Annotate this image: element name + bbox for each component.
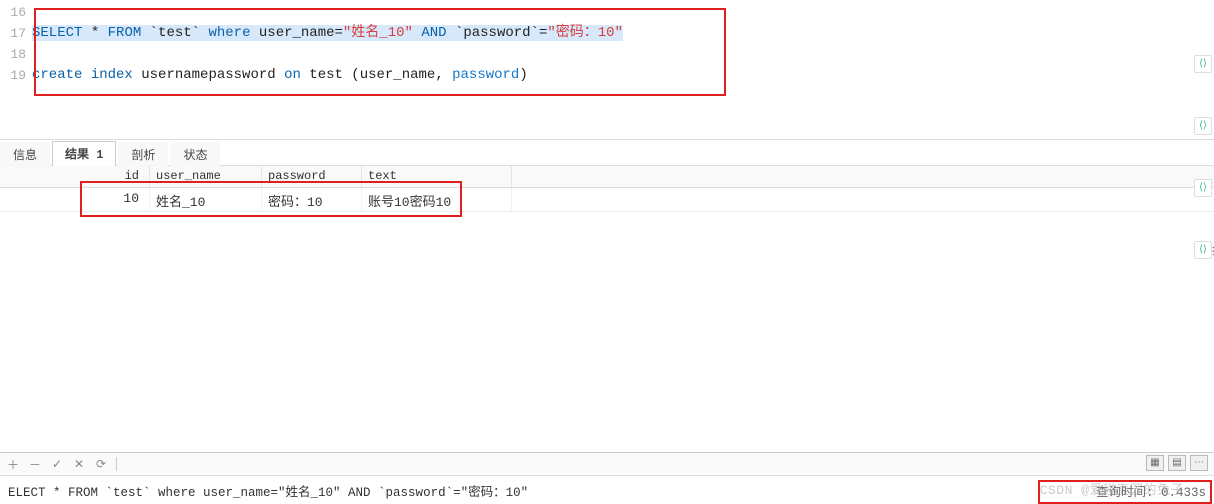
tab-剖析[interactable]: 剖析: [118, 142, 168, 166]
line-number: 19: [0, 65, 26, 86]
code-line[interactable]: create index usernamepassword on test (u…: [32, 65, 1214, 86]
toolbar-divider: [116, 457, 117, 471]
ext-icon[interactable]: ⟨⟩: [1194, 117, 1212, 135]
col-header-id[interactable]: id: [0, 166, 150, 187]
tab-信息[interactable]: 信息: [0, 142, 50, 166]
col-header-text[interactable]: text: [362, 166, 512, 187]
tab-状态[interactable]: 状态: [170, 142, 220, 166]
code-line[interactable]: [32, 2, 1214, 23]
result-tabs: 信息结果 1剖析状态: [0, 140, 1214, 166]
col-header-password[interactable]: password: [262, 166, 362, 187]
grid-view-icon[interactable]: ▦: [1146, 455, 1164, 471]
code-area[interactable]: SELECT * FROM `test` where user_name="姓名…: [32, 2, 1214, 86]
line-gutter: 16171819: [0, 2, 32, 86]
tab-结果 1[interactable]: 结果 1: [52, 141, 116, 166]
ext-icon[interactable]: ⟨⟩: [1194, 55, 1212, 73]
right-extension-icons: ⟨⟩ ⟨⟩ ⟨⟩ ⟨⟩扩: [1194, 55, 1212, 259]
cross-icon[interactable]: ✕: [72, 457, 86, 471]
bottom-area: ＋ － ✓ ✕ ⟳ ▦ ▤ ⋯ ELECT * FROM `test` wher…: [0, 452, 1214, 504]
cell-id[interactable]: 10: [0, 188, 150, 211]
form-view-icon[interactable]: ▤: [1168, 455, 1186, 471]
code-line[interactable]: SELECT * FROM `test` where user_name="姓名…: [32, 23, 1214, 44]
results-grid[interactable]: id user_name password text 10 姓名_10 密码：1…: [0, 166, 1214, 212]
plus-icon[interactable]: ＋: [6, 457, 20, 471]
cell-text[interactable]: 账号10密码10: [362, 188, 512, 211]
status-bar: ELECT * FROM `test` where user_name="姓名_…: [0, 476, 1214, 504]
refresh-icon[interactable]: ⟳: [94, 457, 108, 471]
status-time: 查询时间: 0.433s: [1096, 481, 1206, 500]
ext-icon[interactable]: ⟨⟩: [1194, 179, 1212, 197]
grid-header-row: id user_name password text: [0, 166, 1214, 188]
check-icon[interactable]: ✓: [50, 457, 64, 471]
sql-editor[interactable]: 16171819 SELECT * FROM `test` where user…: [0, 0, 1214, 140]
line-number: 18: [0, 44, 26, 65]
col-header-user[interactable]: user_name: [150, 166, 262, 187]
more-view-icon[interactable]: ⋯: [1190, 455, 1208, 471]
result-toolbar: ＋ － ✓ ✕ ⟳ ▦ ▤ ⋯: [0, 452, 1214, 476]
table-row[interactable]: 10 姓名_10 密码：10 账号10密码10: [0, 188, 1214, 212]
code-line[interactable]: [32, 44, 1214, 65]
line-number: 16: [0, 2, 26, 23]
view-mode-icons: ▦ ▤ ⋯: [1146, 455, 1208, 471]
line-number: 17: [0, 23, 26, 44]
cell-password[interactable]: 密码：10: [262, 188, 362, 211]
minus-icon[interactable]: －: [28, 457, 42, 471]
status-query: ELECT * FROM `test` where user_name="姓名_…: [8, 481, 528, 500]
cell-user[interactable]: 姓名_10: [150, 188, 262, 211]
ext-icon[interactable]: ⟨⟩扩: [1194, 241, 1212, 259]
